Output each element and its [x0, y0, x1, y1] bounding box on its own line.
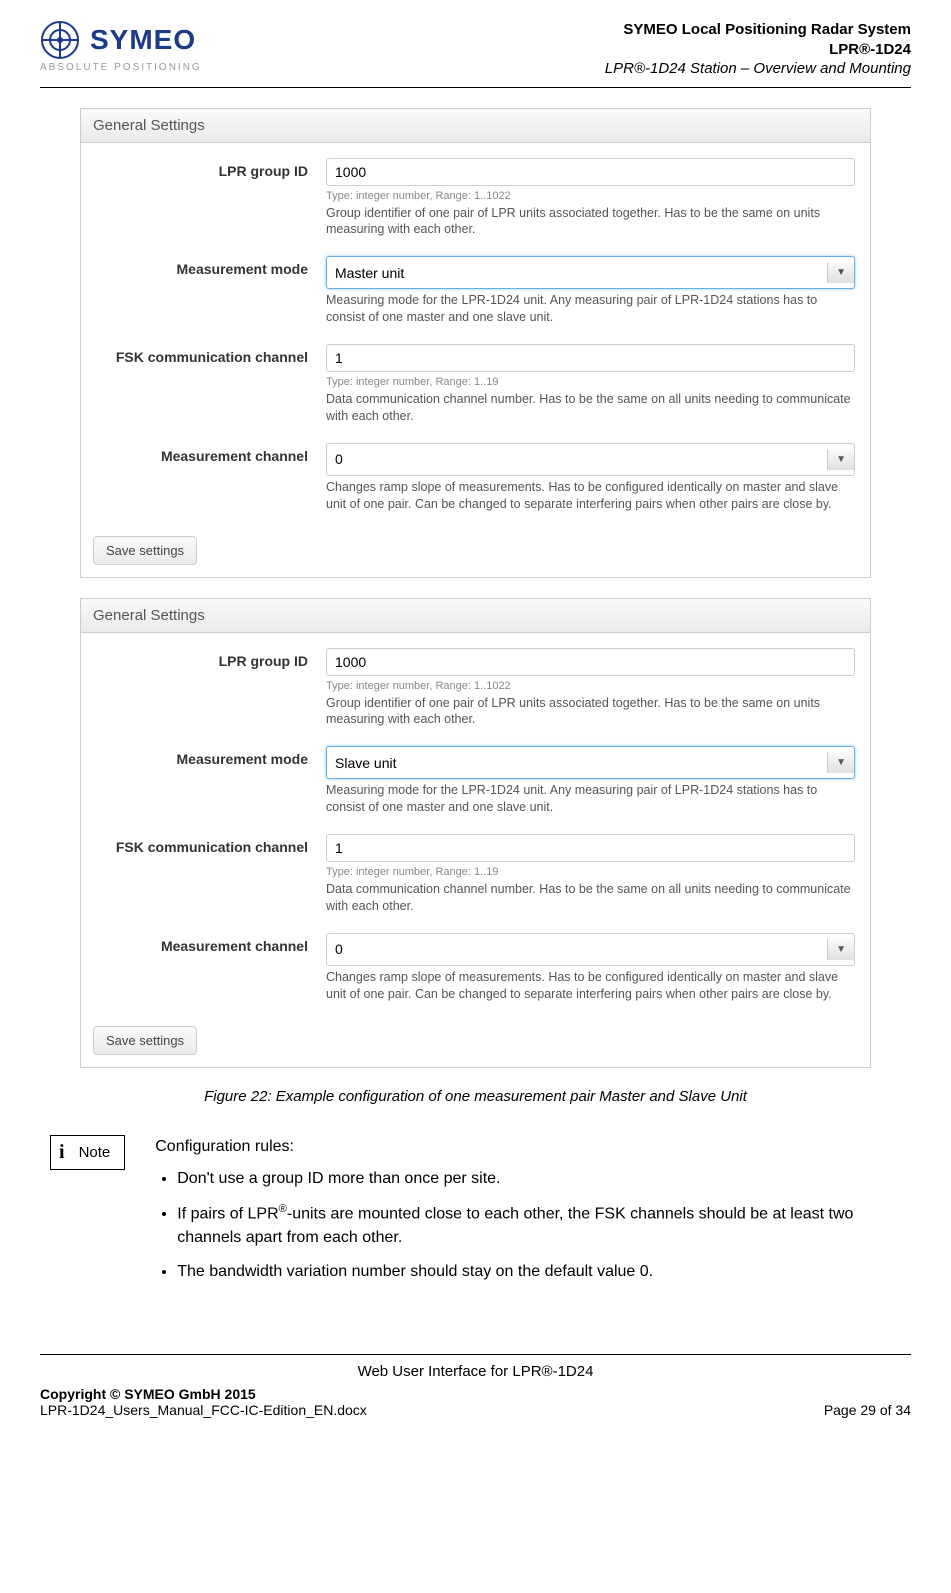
- chevron-down-icon: ▼: [827, 939, 854, 960]
- chevron-down-icon: ▼: [827, 449, 854, 470]
- label-meas-channel: Measurement channel: [96, 933, 326, 954]
- hint-fsk: Type: integer number, Range: 1..19: [326, 376, 855, 388]
- logo-block: SYMEO ABSOLUTE POSITIONING: [40, 20, 202, 73]
- header-line1: SYMEO Local Positioning Radar System: [605, 20, 911, 40]
- help-mode: Measuring mode for the LPR-1D24 unit. An…: [326, 782, 855, 816]
- help-group-id: Group identifier of one pair of LPR unit…: [326, 695, 855, 729]
- note-section: i Note Configuration rules: Don't use a …: [50, 1135, 901, 1294]
- input-fsk[interactable]: 1: [326, 344, 855, 372]
- help-meas-channel: Changes ramp slope of measurements. Has …: [326, 479, 855, 513]
- help-group-id: Group identifier of one pair of LPR unit…: [326, 205, 855, 239]
- header-line2: LPR®-1D24: [605, 40, 911, 60]
- row-meas-channel: Measurement channel 0 ▼ Changes ramp slo…: [96, 443, 855, 513]
- note-badge: i Note: [50, 1135, 125, 1170]
- hint-fsk: Type: integer number, Range: 1..19: [326, 866, 855, 878]
- logo-icon: [40, 20, 80, 60]
- row-fsk: FSK communication channel 1 Type: intege…: [96, 834, 855, 915]
- label-group-id: LPR group ID: [96, 648, 326, 669]
- info-icon: i: [59, 1141, 65, 1164]
- page-header: SYMEO ABSOLUTE POSITIONING SYMEO Local P…: [40, 20, 911, 88]
- label-fsk: FSK communication channel: [96, 834, 326, 855]
- row-fsk: FSK communication channel 1 Type: intege…: [96, 344, 855, 425]
- footer-page: Page 29 of 34: [824, 1402, 911, 1418]
- row-mode: Measurement mode Master unit ▼ Measuring…: [96, 256, 855, 326]
- footer-title: Web User Interface for LPR®-1D24: [40, 1363, 911, 1380]
- header-right: SYMEO Local Positioning Radar System LPR…: [605, 20, 911, 79]
- input-group-id[interactable]: 1000: [326, 158, 855, 186]
- row-mode: Measurement mode Slave unit ▼ Measuring …: [96, 746, 855, 816]
- settings-panel-master: General Settings LPR group ID 1000 Type:…: [80, 108, 871, 578]
- settings-panel-slave: General Settings LPR group ID 1000 Type:…: [80, 598, 871, 1068]
- row-group-id: LPR group ID 1000 Type: integer number, …: [96, 648, 855, 729]
- input-group-id[interactable]: 1000: [326, 648, 855, 676]
- note-bullet-2: If pairs of LPR®-units are mounted close…: [177, 1201, 901, 1250]
- note-bullet-1: Don't use a group ID more than once per …: [177, 1167, 901, 1191]
- hint-group-id: Type: integer number, Range: 1..1022: [326, 190, 855, 202]
- select-mode-value: Slave unit: [335, 755, 396, 771]
- select-mode[interactable]: Master unit ▼: [326, 256, 855, 289]
- help-fsk: Data communication channel number. Has t…: [326, 391, 855, 425]
- logo-tagline: ABSOLUTE POSITIONING: [40, 62, 202, 73]
- help-meas-channel: Changes ramp slope of measurements. Has …: [326, 969, 855, 1003]
- select-meas-channel[interactable]: 0 ▼: [326, 933, 855, 966]
- input-fsk[interactable]: 1: [326, 834, 855, 862]
- row-meas-channel: Measurement channel 0 ▼ Changes ramp slo…: [96, 933, 855, 1003]
- label-mode: Measurement mode: [96, 256, 326, 277]
- note-title: Configuration rules:: [155, 1135, 901, 1159]
- help-fsk: Data communication channel number. Has t…: [326, 881, 855, 915]
- note-bullet-3: The bandwidth variation number should st…: [177, 1260, 901, 1284]
- hint-group-id: Type: integer number, Range: 1..1022: [326, 680, 855, 692]
- note-content: Configuration rules: Don't use a group I…: [155, 1135, 901, 1294]
- chevron-down-icon: ▼: [827, 262, 854, 283]
- select-meas-channel[interactable]: 0 ▼: [326, 443, 855, 476]
- logo-text: SYMEO: [90, 24, 196, 56]
- help-mode: Measuring mode for the LPR-1D24 unit. An…: [326, 292, 855, 326]
- label-meas-channel: Measurement channel: [96, 443, 326, 464]
- footer-copyright: Copyright © SYMEO GmbH 2015: [40, 1386, 367, 1402]
- row-group-id: LPR group ID 1000 Type: integer number, …: [96, 158, 855, 239]
- select-mode[interactable]: Slave unit ▼: [326, 746, 855, 779]
- select-meas-value: 0: [335, 451, 343, 467]
- label-group-id: LPR group ID: [96, 158, 326, 179]
- panel-header: General Settings: [81, 599, 870, 633]
- figure-caption: Figure 22: Example configuration of one …: [40, 1088, 911, 1105]
- page-footer: Web User Interface for LPR®-1D24 Copyrig…: [40, 1354, 911, 1418]
- panel-header: General Settings: [81, 109, 870, 143]
- header-line3: LPR®-1D24 Station – Overview and Mountin…: [605, 59, 911, 79]
- label-fsk: FSK communication channel: [96, 344, 326, 365]
- note-badge-text: Note: [79, 1144, 111, 1161]
- label-mode: Measurement mode: [96, 746, 326, 767]
- select-meas-value: 0: [335, 941, 343, 957]
- save-button[interactable]: Save settings: [93, 1026, 197, 1055]
- select-mode-value: Master unit: [335, 265, 404, 281]
- chevron-down-icon: ▼: [827, 752, 854, 773]
- save-button[interactable]: Save settings: [93, 536, 197, 565]
- footer-filename: LPR-1D24_Users_Manual_FCC-IC-Edition_EN.…: [40, 1402, 367, 1418]
